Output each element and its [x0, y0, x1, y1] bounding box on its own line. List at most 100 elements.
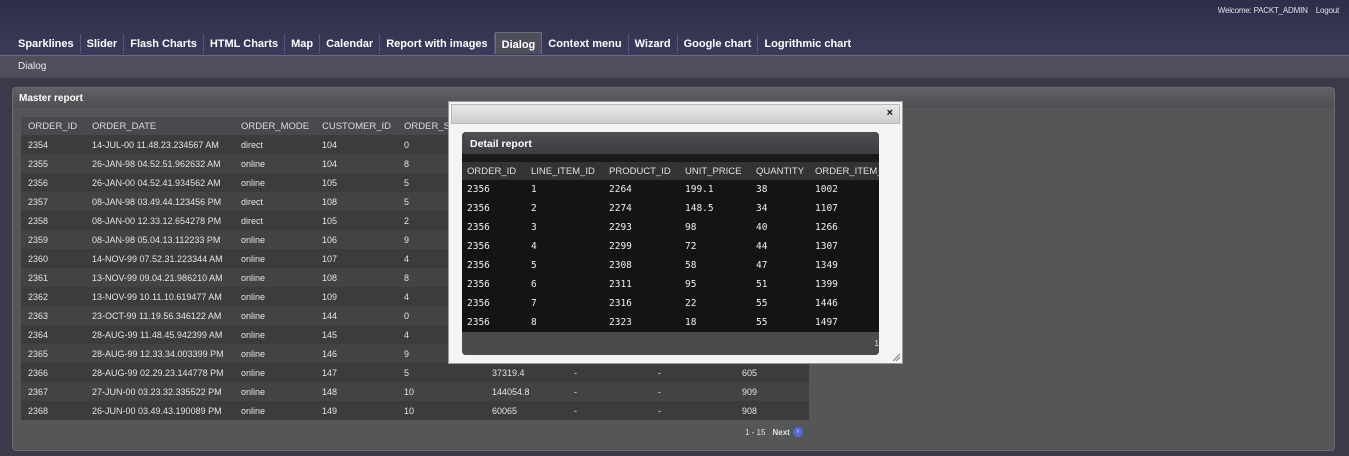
- table-cell: 2360: [21, 249, 85, 268]
- table-cell: -: [567, 401, 651, 420]
- column-header[interactable]: ORDER_DATE: [85, 117, 234, 135]
- table-cell: 13-NOV-99 10.11.10.619477 AM: [85, 287, 234, 306]
- tab-logrithmic-chart[interactable]: Logrithmic chart: [758, 34, 857, 54]
- table-cell: 2356: [462, 256, 526, 275]
- table-cell: 60065: [485, 401, 567, 420]
- table-cell: 10: [397, 382, 485, 401]
- table-row[interactable]: 2356 3 2293 98 40 1266: [462, 218, 879, 237]
- table-cell: -: [567, 363, 651, 382]
- table-cell: 55: [751, 313, 810, 332]
- tab-sparklines[interactable]: Sparklines: [12, 34, 81, 54]
- table-cell: 2358: [21, 211, 85, 230]
- table-cell: 105: [315, 211, 397, 230]
- next-page-link[interactable]: Next: [772, 428, 789, 437]
- table-cell: 2323: [604, 313, 680, 332]
- pagination-number: 1: [874, 339, 879, 348]
- table-cell: 1349: [810, 256, 879, 275]
- table-row[interactable]: 2356 5 2308 58 47 1349: [462, 256, 879, 275]
- table-cell: online: [234, 230, 315, 249]
- table-cell: online: [234, 249, 315, 268]
- table-cell: 2357: [21, 192, 85, 211]
- table-cell: online: [234, 173, 315, 192]
- tab-context-menu[interactable]: Context menu: [542, 34, 629, 54]
- table-cell: 146: [315, 344, 397, 363]
- table-cell: 10: [397, 401, 485, 420]
- table-cell: 2308: [604, 256, 680, 275]
- tab-dialog[interactable]: Dialog: [494, 32, 543, 54]
- table-cell: 27-JUN-00 03.23.32.335522 PM: [85, 382, 234, 401]
- breadcrumb: Dialog: [18, 61, 47, 72]
- table-row[interactable]: 2367 27-JUN-00 03.23.32.335522 PM online 14…: [21, 382, 809, 401]
- table-cell: direct: [234, 211, 315, 230]
- tab-calendar[interactable]: Calendar: [320, 34, 381, 54]
- table-cell: 605: [735, 363, 809, 382]
- tab-google-chart[interactable]: Google chart: [678, 34, 759, 54]
- tab-map[interactable]: Map: [285, 34, 321, 54]
- table-cell: 2361: [21, 268, 85, 287]
- table-cell: 108: [315, 192, 397, 211]
- column-header[interactable]: ORDER_ID: [462, 162, 526, 180]
- table-cell: 34: [751, 199, 810, 218]
- table-cell: online: [234, 325, 315, 344]
- table-cell: 58: [680, 256, 751, 275]
- column-header[interactable]: LINE_ITEM_ID: [526, 162, 604, 180]
- table-cell: 95: [680, 275, 751, 294]
- tab-wizard[interactable]: Wizard: [629, 34, 678, 54]
- column-header[interactable]: PRODUCT_ID: [604, 162, 680, 180]
- tab-report-with-images[interactable]: Report with images: [380, 34, 495, 54]
- table-cell: 08-JAN-00 12.33.12.654278 PM: [85, 211, 234, 230]
- table-cell: 2359: [21, 230, 85, 249]
- logout-link[interactable]: Logout: [1316, 6, 1339, 15]
- pagination-range: 1 - 15: [745, 427, 766, 437]
- column-header[interactable]: CUSTOMER_ID: [315, 117, 397, 135]
- column-header[interactable]: QUANTITY: [751, 162, 810, 180]
- column-header[interactable]: ORDER_MODE: [234, 117, 315, 135]
- dialog-titlebar[interactable]: ×: [451, 104, 900, 124]
- close-icon[interactable]: ×: [887, 107, 893, 119]
- table-cell: 2366: [21, 363, 85, 382]
- detail-dialog: × Detail report ORDER_ID LINE_ITEM_ID PROD…: [448, 101, 903, 364]
- table-cell: 1307: [810, 237, 879, 256]
- table-cell: 2368: [21, 401, 85, 420]
- table-cell: 1266: [810, 218, 879, 237]
- table-cell: 105: [315, 173, 397, 192]
- table-row[interactable]: 2356 6 2311 95 51 1399: [462, 275, 879, 294]
- master-report-title: Master report: [19, 93, 83, 104]
- table-cell: 28-AUG-99 11.48.45.942399 AM: [85, 325, 234, 344]
- table-cell: 26-JAN-00 04.52.41.934562 AM: [85, 173, 234, 192]
- table-cell: 2356: [462, 313, 526, 332]
- table-cell: 908: [735, 401, 809, 420]
- table-row[interactable]: 2368 26-JUN-00 03.49.43.190089 PM online 14…: [21, 401, 809, 420]
- table-cell: 08-JAN-98 03.49.44.123456 PM: [85, 192, 234, 211]
- tab-html-charts[interactable]: HTML Charts: [204, 34, 286, 54]
- resize-handle-icon[interactable]: [892, 353, 900, 361]
- column-header[interactable]: UNIT_PRICE: [680, 162, 751, 180]
- tab-flash-charts[interactable]: Flash Charts: [124, 34, 204, 54]
- table-cell: 104: [315, 135, 397, 154]
- next-arrow-icon[interactable]: ›: [792, 427, 803, 437]
- table-cell: 106: [315, 230, 397, 249]
- table-cell: -: [651, 401, 735, 420]
- table-cell: 107: [315, 249, 397, 268]
- table-cell: 2316: [604, 294, 680, 313]
- table-row[interactable]: 2366 28-AUG-99 02.29.23.144778 PM online 14…: [21, 363, 809, 382]
- column-header[interactable]: ORDER_ID: [21, 117, 85, 135]
- table-row[interactable]: 2356 2 2274 148.5 34 1107: [462, 199, 879, 218]
- table-cell: 5: [397, 363, 485, 382]
- table-row[interactable]: 2356 7 2316 22 55 1446: [462, 294, 879, 313]
- table-cell: 2356: [462, 294, 526, 313]
- table-cell: online: [234, 287, 315, 306]
- tab-slider[interactable]: Slider: [81, 34, 125, 54]
- table-cell: 3: [526, 218, 604, 237]
- table-cell: 2356: [462, 199, 526, 218]
- table-cell: 2311: [604, 275, 680, 294]
- table-cell: 72: [680, 237, 751, 256]
- table-cell: 2264: [604, 180, 680, 199]
- table-cell: online: [234, 363, 315, 382]
- column-header[interactable]: ORDER_ITEM_: [810, 162, 879, 180]
- table-row[interactable]: 2356 1 2264 199.1 38 1002: [462, 180, 879, 199]
- table-cell: 147: [315, 363, 397, 382]
- table-cell: 2299: [604, 237, 680, 256]
- table-row[interactable]: 2356 4 2299 72 44 1307: [462, 237, 879, 256]
- table-row[interactable]: 2356 8 2323 18 55 1497: [462, 313, 879, 332]
